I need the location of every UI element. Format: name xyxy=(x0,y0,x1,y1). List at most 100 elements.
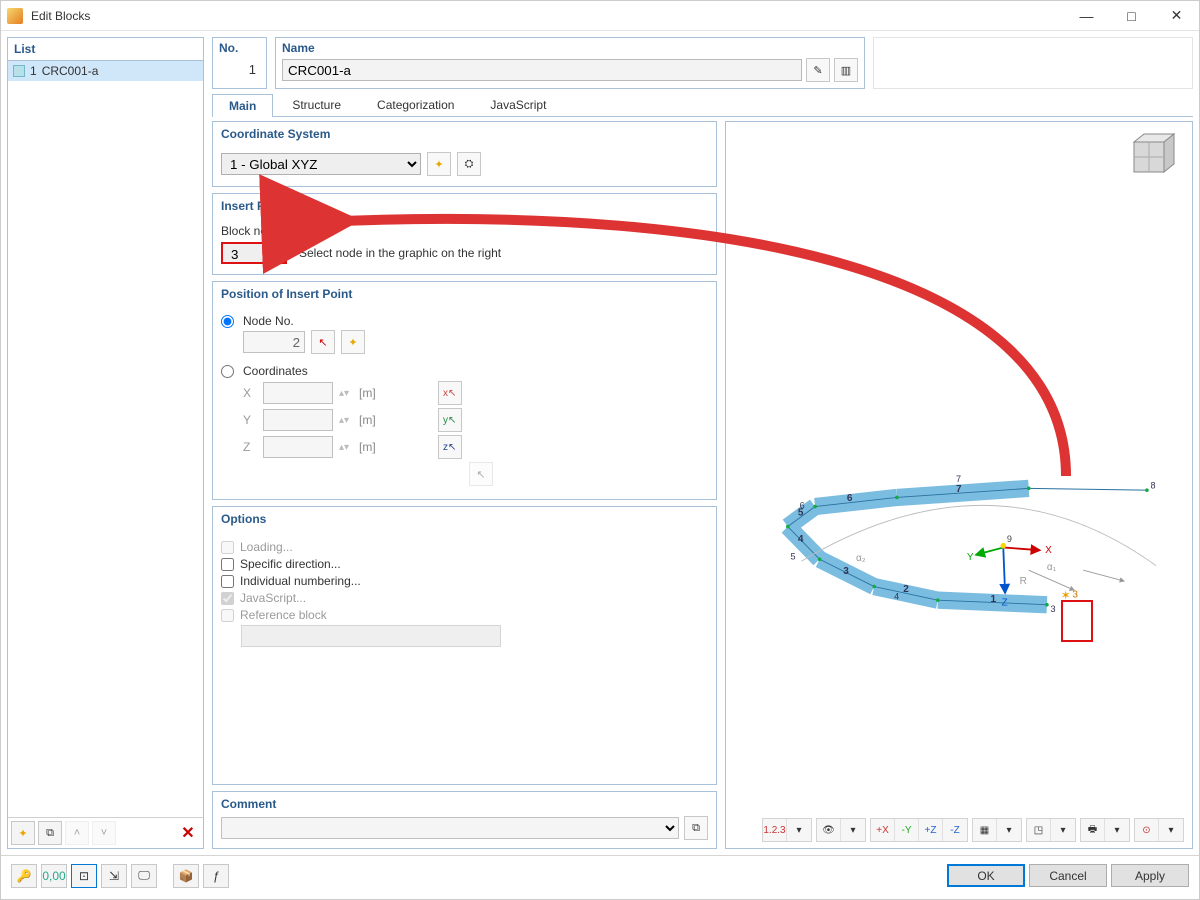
node-no-radio[interactable] xyxy=(221,315,234,328)
new-node-button[interactable]: ✦ xyxy=(341,330,365,354)
vt-show-icon[interactable]: 👁 xyxy=(817,819,841,841)
copy-item-button[interactable]: ⧉ xyxy=(38,821,62,845)
new-cs-button[interactable]: ✦ xyxy=(427,152,451,176)
x-unit: [m] xyxy=(359,386,376,400)
vt-cube-icon[interactable]: ◳ xyxy=(1027,819,1051,841)
maximize-button[interactable]: □ xyxy=(1109,2,1154,30)
svg-text:9: 9 xyxy=(1007,534,1012,544)
opt-javascript xyxy=(221,592,234,605)
tab-structure[interactable]: Structure xyxy=(275,93,358,116)
viewer-toolbar: 1.2.3▾ 👁▾ +X -Y +Z -Z ▦▾ ◳▾ 🖶▾ ⊙▾ xyxy=(762,818,1184,842)
svg-text:Y: Y xyxy=(967,552,974,563)
vt-dd6[interactable]: ▾ xyxy=(1159,819,1183,841)
node-no-input[interactable] xyxy=(243,331,305,353)
z-input xyxy=(263,436,333,458)
opt-loading xyxy=(221,541,234,554)
name-label: Name xyxy=(276,38,864,58)
pick-z-button[interactable]: z↖ xyxy=(438,435,462,459)
script-button[interactable]: ƒ xyxy=(203,864,229,888)
list-item[interactable]: 1 CRC001-a xyxy=(8,61,203,81)
vt-display-icon[interactable]: ▦ xyxy=(973,819,997,841)
edit-cs-button[interactable]: ⛭ xyxy=(457,152,481,176)
coordinates-label: Coordinates xyxy=(243,364,308,378)
delete-item-button[interactable]: ✕ xyxy=(176,821,200,845)
pick-xyz-button: ↖ xyxy=(469,462,493,486)
library-button[interactable]: ▥ xyxy=(834,58,858,82)
opt-loading-label: Loading... xyxy=(240,540,293,554)
options-title: Options xyxy=(213,507,716,531)
svg-text:R: R xyxy=(1020,576,1027,587)
view-cube[interactable] xyxy=(1124,130,1184,184)
options-section: Options Loading... Specific direction...… xyxy=(212,506,717,785)
vt-dd1[interactable]: ▾ xyxy=(787,819,811,841)
opt-individual-numbering[interactable] xyxy=(221,575,234,588)
vt-dd4[interactable]: ▾ xyxy=(1051,819,1075,841)
svg-text:1: 1 xyxy=(991,594,997,605)
no-label: No. xyxy=(213,38,266,58)
vt-dd3[interactable]: ▾ xyxy=(997,819,1021,841)
vt-dd5[interactable]: ▾ xyxy=(1105,819,1129,841)
svg-text:3: 3 xyxy=(843,566,849,577)
list-item-name: CRC001-a xyxy=(42,64,99,78)
header-filler xyxy=(873,37,1193,89)
comment-input[interactable] xyxy=(221,817,679,839)
block-node-hint: Select node in the graphic on the right xyxy=(299,246,501,260)
comment-section: Comment ⧉ xyxy=(212,791,717,849)
pick-x-button[interactable]: x↖ xyxy=(438,381,462,405)
pick-node-button[interactable]: ↖ xyxy=(311,330,335,354)
tab-javascript[interactable]: JavaScript xyxy=(473,93,563,116)
coordinates-radio[interactable] xyxy=(221,365,234,378)
help-button[interactable]: 🔑 xyxy=(11,864,37,888)
move-down-button: ˅ xyxy=(92,821,116,845)
close-button[interactable]: ✕ xyxy=(1154,2,1199,30)
pick-y-button[interactable]: y↖ xyxy=(438,408,462,432)
opt-ref-label: Reference block xyxy=(240,608,327,622)
opt-specific-direction[interactable] xyxy=(221,558,234,571)
svg-text:6: 6 xyxy=(847,493,853,504)
vt-pz-icon[interactable]: +Z xyxy=(919,819,943,841)
list-panel: List 1 CRC001-a ✦ ⧉ ˄ ˅ ✕ xyxy=(7,37,204,849)
reference-block-select xyxy=(241,625,501,647)
view-member-button[interactable]: ⇲ xyxy=(101,864,127,888)
export-button[interactable]: 📦 xyxy=(173,864,199,888)
vt-ny-icon[interactable]: -Y xyxy=(895,819,919,841)
vt-nz-icon[interactable]: -Z xyxy=(943,819,967,841)
rename-button[interactable]: ✎ xyxy=(806,58,830,82)
ok-button[interactable]: OK xyxy=(947,864,1025,887)
graphics-viewer[interactable]: X Y Z 9 R α₁ α₂ 123 456 xyxy=(725,121,1193,849)
opt-reference-block xyxy=(221,609,234,622)
comment-title: Comment xyxy=(213,792,716,816)
tab-categorization[interactable]: Categorization xyxy=(360,93,471,116)
titlebar: Edit Blocks ― □ ✕ xyxy=(1,1,1199,31)
cancel-button[interactable]: Cancel xyxy=(1029,864,1107,887)
view-node-button[interactable]: ⊡ xyxy=(71,864,97,888)
move-up-button: ˄ xyxy=(65,821,89,845)
z-unit: [m] xyxy=(359,440,376,454)
vt-px-icon[interactable]: +X xyxy=(871,819,895,841)
vt-numbers-icon[interactable]: 1.2.3 xyxy=(763,819,787,841)
view-model-button[interactable]: 🖵 xyxy=(131,864,157,888)
position-section: Position of Insert Point Node No. ↖ ✦ xyxy=(212,281,717,500)
svg-text:3: 3 xyxy=(1072,589,1078,600)
apply-button[interactable]: Apply xyxy=(1111,864,1189,887)
units-button[interactable]: 0,00 xyxy=(41,864,67,888)
app-icon xyxy=(7,8,23,24)
svg-text:4: 4 xyxy=(798,534,804,545)
node-no-label: Node No. xyxy=(243,314,294,328)
block-node-select[interactable]: 3 xyxy=(221,242,287,264)
no-box: No. 1 xyxy=(212,37,267,89)
vt-print-icon[interactable]: 🖶 xyxy=(1081,819,1105,841)
new-item-button[interactable]: ✦ xyxy=(11,821,35,845)
name-input[interactable] xyxy=(282,59,802,81)
svg-text:α₂: α₂ xyxy=(856,553,866,564)
tab-main[interactable]: Main xyxy=(212,94,273,117)
insert-point-section: Insert Point Block node No. 3 Select nod… xyxy=(212,193,717,275)
minimize-button[interactable]: ― xyxy=(1064,2,1109,30)
svg-text:2: 2 xyxy=(903,584,909,595)
name-box: Name ✎ ▥ xyxy=(275,37,865,89)
svg-text:4: 4 xyxy=(894,591,899,601)
coord-system-select[interactable]: 1 - Global XYZ xyxy=(221,153,421,175)
vt-dd2[interactable]: ▾ xyxy=(841,819,865,841)
vt-magnet-icon[interactable]: ⊙ xyxy=(1135,819,1159,841)
comment-library-button[interactable]: ⧉ xyxy=(684,816,708,840)
